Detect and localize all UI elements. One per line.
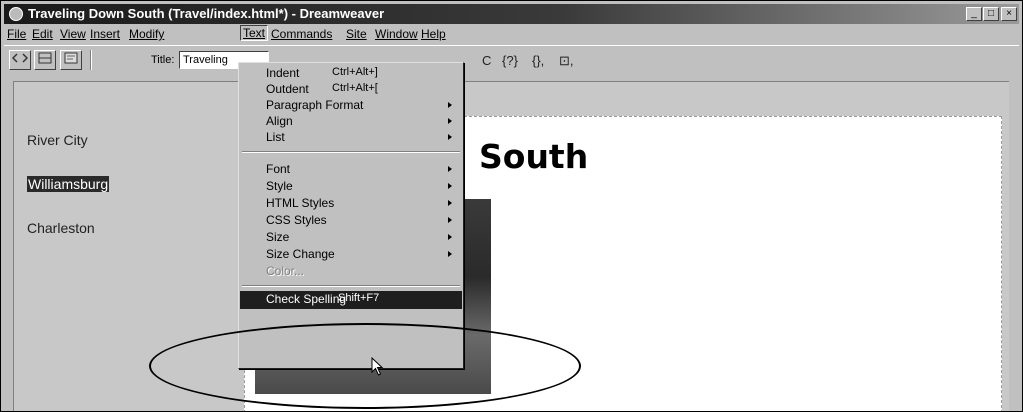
menu-item-font[interactable]: Font xyxy=(240,161,462,178)
menu-separator xyxy=(242,151,460,153)
menu-item-align[interactable]: Align xyxy=(240,113,462,130)
submenu-arrow-icon xyxy=(448,183,452,189)
menu-item-label: Paragraph Format xyxy=(266,98,364,112)
split-view-icon xyxy=(38,52,52,64)
sidebar-link-river-city[interactable]: River City xyxy=(27,132,88,148)
menu-edit[interactable]: Edit xyxy=(32,27,53,41)
menu-modify[interactable]: Modify xyxy=(129,27,164,41)
application-window: Traveling Down South (Travel/index.html*… xyxy=(0,0,1023,412)
window-title: Traveling Down South (Travel/index.html*… xyxy=(28,6,385,21)
menu-item-label: List xyxy=(266,130,285,144)
menu-help[interactable]: Help xyxy=(421,27,446,41)
menu-item-paragraph-format[interactable]: Paragraph Format xyxy=(240,97,462,114)
close-button[interactable]: × xyxy=(1001,7,1017,21)
title-label: Title: xyxy=(151,54,175,66)
menu-item-label: Color... xyxy=(266,264,305,278)
menu-item-shortcut: Ctrl+Alt+] xyxy=(332,66,378,78)
menu-item-label: Check Spelling xyxy=(266,292,347,306)
menu-commands[interactable]: Commands xyxy=(271,27,332,41)
menu-insert[interactable]: Insert xyxy=(90,27,120,41)
view-options-icon[interactable]: ⊡, xyxy=(559,53,574,69)
menu-item-label: Indent xyxy=(266,66,300,80)
menu-item-list[interactable]: List xyxy=(240,129,462,146)
maximize-button[interactable]: □ xyxy=(983,7,999,21)
toolbar-separator xyxy=(90,50,92,70)
menu-item-label: CSS Styles xyxy=(266,213,327,227)
menu-window[interactable]: Window xyxy=(375,27,418,41)
title-bar[interactable]: Traveling Down South (Travel/index.html*… xyxy=(4,4,1019,24)
menu-item-size[interactable]: Size xyxy=(240,229,462,246)
menu-item-label: Size Change xyxy=(266,247,335,261)
menu-item-label: HTML Styles xyxy=(266,196,335,210)
dreamweaver-app-icon[interactable] xyxy=(9,7,23,21)
document-toolbar: Title: Traveling C {?} {}, ⊡, xyxy=(4,45,1019,74)
submenu-arrow-icon xyxy=(448,251,452,257)
menu-item-indent[interactable]: Indent Ctrl+Alt+] xyxy=(240,65,462,82)
submenu-arrow-icon xyxy=(448,200,452,206)
minimize-button[interactable]: _ xyxy=(966,7,982,21)
submenu-arrow-icon xyxy=(448,234,452,240)
menu-item-color[interactable]: Color... xyxy=(240,263,462,280)
menu-item-html-styles[interactable]: HTML Styles xyxy=(240,195,462,212)
code-navigation-icon[interactable]: {?} xyxy=(502,53,518,68)
reference-icon[interactable]: {}, xyxy=(532,53,544,68)
menu-file[interactable]: File xyxy=(7,27,26,41)
design-view-button[interactable] xyxy=(60,50,82,70)
menu-site[interactable]: Site xyxy=(346,27,367,41)
menu-item-label: Font xyxy=(266,162,291,176)
menu-item-size-change[interactable]: Size Change xyxy=(240,246,462,263)
menu-item-style[interactable]: Style xyxy=(240,178,462,195)
menu-item-outdent[interactable]: Outdent Ctrl+Alt+[ xyxy=(240,81,462,98)
menu-item-check-spelling[interactable]: Check Spelling Shift+F7 xyxy=(240,291,462,309)
submenu-arrow-icon xyxy=(448,118,452,124)
page-heading: South xyxy=(479,137,589,176)
code-view-icon xyxy=(11,53,29,63)
design-view-icon xyxy=(64,52,78,64)
highlight-ellipse xyxy=(149,323,581,409)
menu-item-label: Size xyxy=(266,230,290,244)
menu-bar: File Edit View Insert Modify Text Comman… xyxy=(4,25,1019,43)
submenu-arrow-icon xyxy=(448,102,452,108)
refresh-icon[interactable]: C xyxy=(482,53,491,68)
sidebar-link-williamsburg[interactable]: Williamsburg xyxy=(27,176,110,192)
menu-view[interactable]: View xyxy=(60,27,86,41)
submenu-arrow-icon xyxy=(448,134,452,140)
menu-text[interactable]: Text xyxy=(240,25,269,41)
menu-separator xyxy=(242,285,460,287)
menu-item-shortcut: Shift+F7 xyxy=(338,292,380,304)
menu-item-label: Style xyxy=(266,179,293,193)
menu-item-shortcut: Ctrl+Alt+[ xyxy=(332,82,378,94)
menu-item-css-styles[interactable]: CSS Styles xyxy=(240,212,462,229)
menu-item-label: Align xyxy=(266,114,293,128)
submenu-arrow-icon xyxy=(448,166,452,172)
submenu-arrow-icon xyxy=(448,217,452,223)
sidebar-link-charleston[interactable]: Charleston xyxy=(27,220,95,236)
menu-item-label: Outdent xyxy=(266,82,309,96)
split-view-button[interactable] xyxy=(34,50,56,70)
code-view-button[interactable] xyxy=(9,50,31,70)
